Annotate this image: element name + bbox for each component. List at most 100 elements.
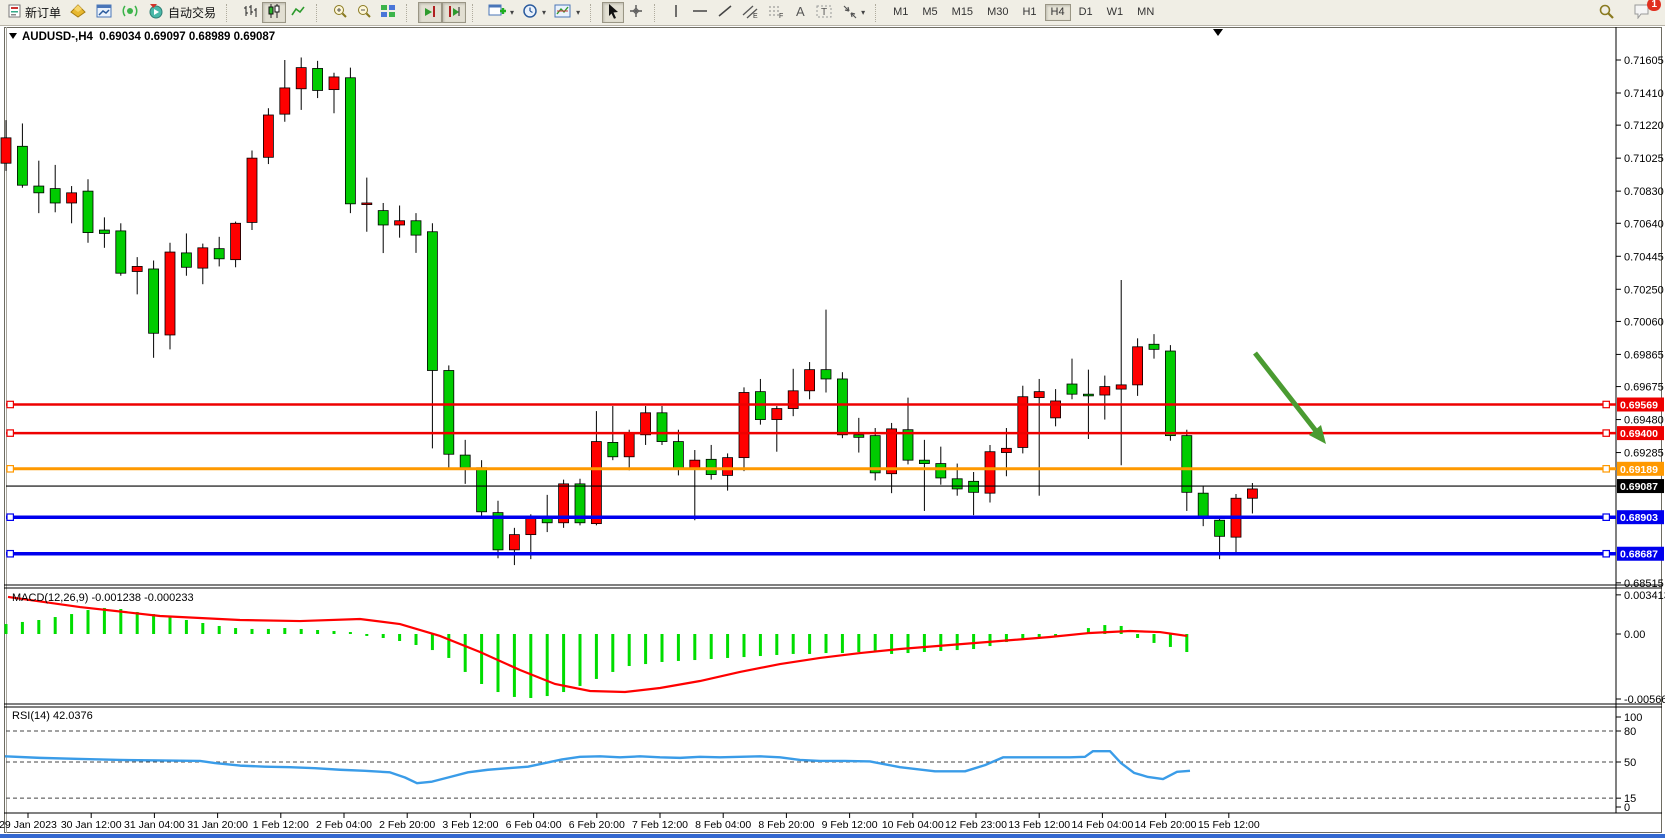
svg-text:14 Feb 20:00: 14 Feb 20:00 [1135,819,1197,831]
timeframe-button-group: M1M5M15M30H1H4D1W1MN [887,4,1160,21]
tile-windows-button[interactable] [376,2,400,23]
chart-canvas[interactable]: 0.716050.714100.712200.710250.708300.706… [0,0,1665,838]
new-order-button[interactable]: 新订单 [4,2,65,23]
cursor-icon [606,3,620,22]
svg-text:7 Feb 12:00: 7 Feb 12:00 [632,819,688,831]
dropdown-caret-icon: ▾ [576,8,580,17]
shapes-button[interactable]: ▾ [837,2,869,23]
text-icon: A [793,3,807,22]
svg-text:31 Jan 20:00: 31 Jan 20:00 [187,819,248,831]
svg-text:E: E [753,13,758,19]
shapes-arrows-icon [841,3,857,22]
svg-text:1 Feb 12:00: 1 Feb 12:00 [253,819,309,831]
chart-shift-button[interactable] [442,2,466,23]
charts-button[interactable] [91,2,117,23]
svg-text:14 Feb 04:00: 14 Feb 04:00 [1071,819,1133,831]
svg-text:0.70640: 0.70640 [1624,218,1664,230]
add-indicator-button[interactable]: ▾ [484,2,518,23]
svg-text:-0.005669: -0.005669 [1624,694,1665,706]
svg-text:6 Feb 20:00: 6 Feb 20:00 [569,819,625,831]
timeframe-button-h1[interactable]: H1 [1016,4,1042,21]
timeframe-button-d1[interactable]: D1 [1073,4,1099,21]
svg-text:0.70445: 0.70445 [1624,251,1664,263]
auto-scroll-icon [422,3,438,22]
dropdown-caret-icon: ▾ [542,8,546,17]
timeframe-button-mn[interactable]: MN [1131,4,1160,21]
dropdown-caret-icon: ▾ [510,8,514,17]
channel-icon: E [741,3,759,22]
toolbar-separator [316,4,324,22]
line-chart-button[interactable] [286,2,310,23]
auto-trading-label: 自动交易 [168,4,216,21]
new-order-icon [8,4,22,21]
timeframe-button-h4[interactable]: H4 [1045,4,1071,21]
periods-button[interactable]: ▾ [518,2,550,23]
candlestick-chart-icon [266,3,282,22]
auto-trading-button[interactable]: 自动交易 [143,2,220,23]
zoom-out-button[interactable] [352,2,376,23]
bottom-window-edge [0,834,1665,838]
trendline-button[interactable] [713,2,737,23]
svg-text:0.71410: 0.71410 [1624,88,1664,100]
fibonacci-icon: F [767,3,785,22]
timeframe-button-m1[interactable]: M1 [887,4,914,21]
notification-badge: 1 [1647,0,1661,11]
svg-text:0.003413: 0.003413 [1624,590,1665,602]
svg-text:15 Feb 12:00: 15 Feb 12:00 [1198,819,1260,831]
text-label-button[interactable]: T [811,2,837,23]
svg-text:12 Feb 23:00: 12 Feb 23:00 [945,819,1007,831]
svg-text:0.71220: 0.71220 [1624,120,1664,132]
auto-trading-icon [147,3,165,22]
crosshair-icon [628,3,644,22]
crosshair-button[interactable] [624,2,648,23]
zoom-in-button[interactable] [328,2,352,23]
svg-text:0.70060: 0.70060 [1624,316,1664,328]
vertical-line-button[interactable] [666,2,687,23]
line-chart-icon [290,3,306,22]
chart-window-icon [95,3,113,22]
market-button[interactable] [65,2,91,23]
equidistant-channel-button[interactable]: E [737,2,763,23]
zoom-in-icon [332,3,348,22]
timeframe-button-m15[interactable]: M15 [946,4,979,21]
notifications-button[interactable]: 1 [1629,2,1655,23]
horizontal-line-button[interactable] [687,2,713,23]
timeframe-button-m5[interactable]: M5 [916,4,943,21]
auto-scroll-button[interactable] [418,2,442,23]
svg-text:80: 80 [1624,726,1636,738]
fibonacci-button[interactable]: F [763,2,789,23]
chart-shift-icon [446,3,462,22]
candlestick-chart-button[interactable] [262,2,286,23]
horizontal-line-icon [691,3,709,22]
template-icon [554,3,572,22]
text-label-icon: T [815,3,833,22]
symbol-dropdown-icon[interactable] [9,33,17,39]
svg-text:0.69285: 0.69285 [1624,448,1664,460]
search-icon [1598,3,1615,23]
svg-text:0.69480: 0.69480 [1624,415,1664,427]
svg-text:0.69675: 0.69675 [1624,382,1664,394]
cursor-button[interactable] [602,2,624,23]
zoom-out-icon [356,3,372,22]
svg-text:0.69189: 0.69189 [1620,464,1658,476]
svg-text:0.68687: 0.68687 [1620,549,1658,561]
svg-text:2 Feb 20:00: 2 Feb 20:00 [379,819,435,831]
svg-text:F: F [779,13,783,19]
bar-chart-button[interactable] [238,2,262,23]
timeframe-button-m30[interactable]: M30 [981,4,1014,21]
svg-text:3 Feb 12:00: 3 Feb 12:00 [442,819,498,831]
svg-text:0.69400: 0.69400 [1620,428,1658,440]
search-button[interactable] [1594,2,1619,23]
template-button[interactable]: ▾ [550,2,584,23]
svg-text:0: 0 [1624,802,1630,814]
toolbar-separator [472,4,480,22]
signals-button[interactable] [117,2,143,23]
svg-text:0.68515: 0.68515 [1624,578,1664,590]
rsi-indicator-label: RSI(14) 42.0376 [12,710,93,722]
timeframe-button-w1[interactable]: W1 [1101,4,1130,21]
text-button[interactable]: A [789,2,811,23]
svg-text:31 Jan 04:00: 31 Jan 04:00 [124,819,185,831]
macd-indicator-label: MACD(12,26,9) -0.001238 -0.000233 [12,592,194,604]
svg-text:30 Jan 12:00: 30 Jan 12:00 [61,819,122,831]
svg-text:0.71605: 0.71605 [1624,55,1664,67]
